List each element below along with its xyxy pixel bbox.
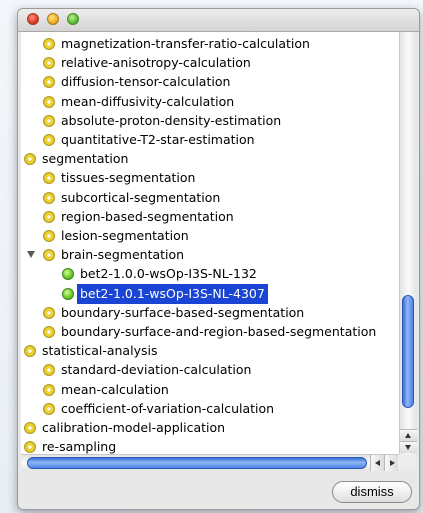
disclosure-triangle-icon[interactable] bbox=[27, 251, 35, 259]
scroll-up-arrow-icon[interactable] bbox=[400, 429, 417, 441]
tree-node-label: magnetization-transfer-ratio-calculation bbox=[61, 36, 310, 51]
close-window-button[interactable] bbox=[27, 13, 39, 25]
tree-row[interactable]: boundary-surface-based-segmentation bbox=[21, 303, 399, 323]
tree-row[interactable]: standard-deviation-calculation bbox=[21, 360, 399, 380]
horizontal-scrollbar[interactable] bbox=[21, 454, 399, 471]
dialog-window: magnetization-transfer-ratio-calculation… bbox=[17, 8, 420, 510]
green-service-icon bbox=[62, 287, 74, 300]
tree-node-label: diffusion-tensor-calculation bbox=[61, 74, 231, 90]
tree-node-label: standard-deviation-calculation bbox=[61, 362, 252, 378]
tree-node-label: brain-segmentation bbox=[61, 247, 185, 263]
minimize-window-button[interactable] bbox=[47, 13, 59, 25]
tree-row[interactable]: coefficient-of-variation-calculation bbox=[21, 399, 399, 419]
dismiss-button[interactable]: dismiss bbox=[332, 481, 412, 503]
tree-node-label: mean-diffusivity-calculation bbox=[61, 93, 235, 109]
tree-row[interactable]: lesion-segmentation bbox=[21, 226, 399, 246]
tree-row[interactable]: diffusion-tensor-calculation bbox=[21, 72, 399, 92]
tree-row[interactable]: mean-calculation bbox=[21, 380, 399, 400]
yellow-node-icon bbox=[43, 364, 55, 377]
tree-node-label: bet2-1.0.1-wsOp-I3S-NL-4307 bbox=[77, 283, 268, 304]
tree-node-label: coefficient-of-variation-calculation bbox=[61, 400, 275, 416]
yellow-node-icon bbox=[24, 153, 36, 166]
tree-row[interactable]: region-based-segmentation bbox=[21, 207, 399, 227]
tree-node-label: subcortical-segmentation bbox=[61, 189, 221, 205]
green-service-icon bbox=[62, 268, 74, 281]
yellow-node-icon bbox=[43, 402, 55, 415]
tree-node-label: tissues-segmentation bbox=[61, 170, 196, 186]
tree-row[interactable]: brain-segmentation bbox=[21, 245, 399, 265]
tree-row[interactable]: bet2-1.0.1-wsOp-I3S-NL-4307 bbox=[21, 283, 399, 304]
yellow-node-icon bbox=[43, 134, 55, 146]
zoom-window-button[interactable] bbox=[67, 13, 79, 25]
yellow-node-icon bbox=[43, 249, 55, 262]
tree-row[interactable]: subcortical-segmentation bbox=[21, 188, 399, 208]
tree-node-label: absolute-proton-density-estimation bbox=[61, 112, 282, 128]
tree-node-label: lesion-segmentation bbox=[61, 228, 189, 243]
tree-node-label: quantitative-T2-star-estimation bbox=[61, 132, 255, 147]
yellow-node-icon bbox=[43, 114, 55, 127]
scroll-down-arrow-icon[interactable] bbox=[400, 441, 417, 453]
yellow-node-icon bbox=[43, 172, 55, 185]
tree-row[interactable]: absolute-proton-density-estimation bbox=[21, 111, 399, 131]
tree-node-label: statistical-analysis bbox=[42, 343, 158, 359]
yellow-node-icon bbox=[24, 422, 36, 434]
tree-row[interactable]: tissues-segmentation bbox=[21, 168, 399, 188]
tree-node-label: boundary-surface-and-region-based-segmen… bbox=[61, 324, 377, 339]
yellow-node-icon bbox=[43, 76, 55, 89]
vertical-scroll-thumb[interactable] bbox=[402, 295, 414, 408]
tree-node-label: relative-anisotropy-calculation bbox=[61, 55, 251, 71]
yellow-node-icon bbox=[43, 230, 55, 242]
tree-node-label: mean-calculation bbox=[61, 381, 169, 397]
yellow-node-icon bbox=[24, 441, 36, 454]
tree-node-label: region-based-segmentation bbox=[61, 208, 234, 224]
tree-row[interactable]: relative-anisotropy-calculation bbox=[21, 53, 399, 73]
yellow-node-icon bbox=[43, 57, 55, 70]
yellow-node-icon bbox=[43, 210, 55, 223]
tree-row[interactable]: calibration-model-application bbox=[21, 418, 399, 438]
tree-node-label: segmentation bbox=[42, 151, 129, 167]
horizontal-scroll-thumb[interactable] bbox=[27, 457, 367, 469]
scroll-left-arrow-icon[interactable] bbox=[370, 455, 384, 471]
tree-node-label: boundary-surface-based-segmentation bbox=[61, 304, 305, 320]
yellow-node-icon bbox=[43, 383, 55, 396]
tree-row[interactable]: quantitative-T2-star-estimation bbox=[21, 130, 399, 150]
yellow-node-icon bbox=[43, 38, 55, 50]
screenshot-frame: magnetization-transfer-ratio-calculation… bbox=[0, 0, 423, 513]
yellow-node-icon bbox=[43, 326, 55, 338]
yellow-node-icon bbox=[43, 191, 55, 204]
tree-row[interactable]: segmentation bbox=[21, 149, 399, 169]
scroll-right-arrow-icon[interactable] bbox=[384, 455, 398, 471]
service-tree[interactable]: magnetization-transfer-ratio-calculation… bbox=[21, 32, 399, 454]
yellow-node-icon bbox=[43, 95, 55, 108]
tree-node-label: bet2-1.0.0-wsOp-I3S-NL-132 bbox=[80, 266, 257, 282]
yellow-node-icon bbox=[24, 345, 36, 358]
tree-row[interactable]: bet2-1.0.0-wsOp-I3S-NL-132 bbox=[21, 264, 399, 284]
scrollbar-corner bbox=[399, 454, 416, 471]
tree-row[interactable]: statistical-analysis bbox=[21, 341, 399, 361]
tree-node-label: calibration-model-application bbox=[42, 420, 226, 435]
tree-node-label: re-sampling bbox=[42, 439, 117, 454]
tree-row[interactable]: magnetization-transfer-ratio-calculation bbox=[21, 34, 399, 54]
yellow-node-icon bbox=[43, 306, 55, 319]
vertical-scrollbar[interactable] bbox=[399, 32, 417, 454]
tree-row[interactable]: mean-diffusivity-calculation bbox=[21, 92, 399, 112]
tree-row[interactable]: re-sampling bbox=[21, 437, 399, 454]
tree-row[interactable]: boundary-surface-and-region-based-segmen… bbox=[21, 322, 399, 342]
title-bar[interactable] bbox=[18, 9, 419, 32]
